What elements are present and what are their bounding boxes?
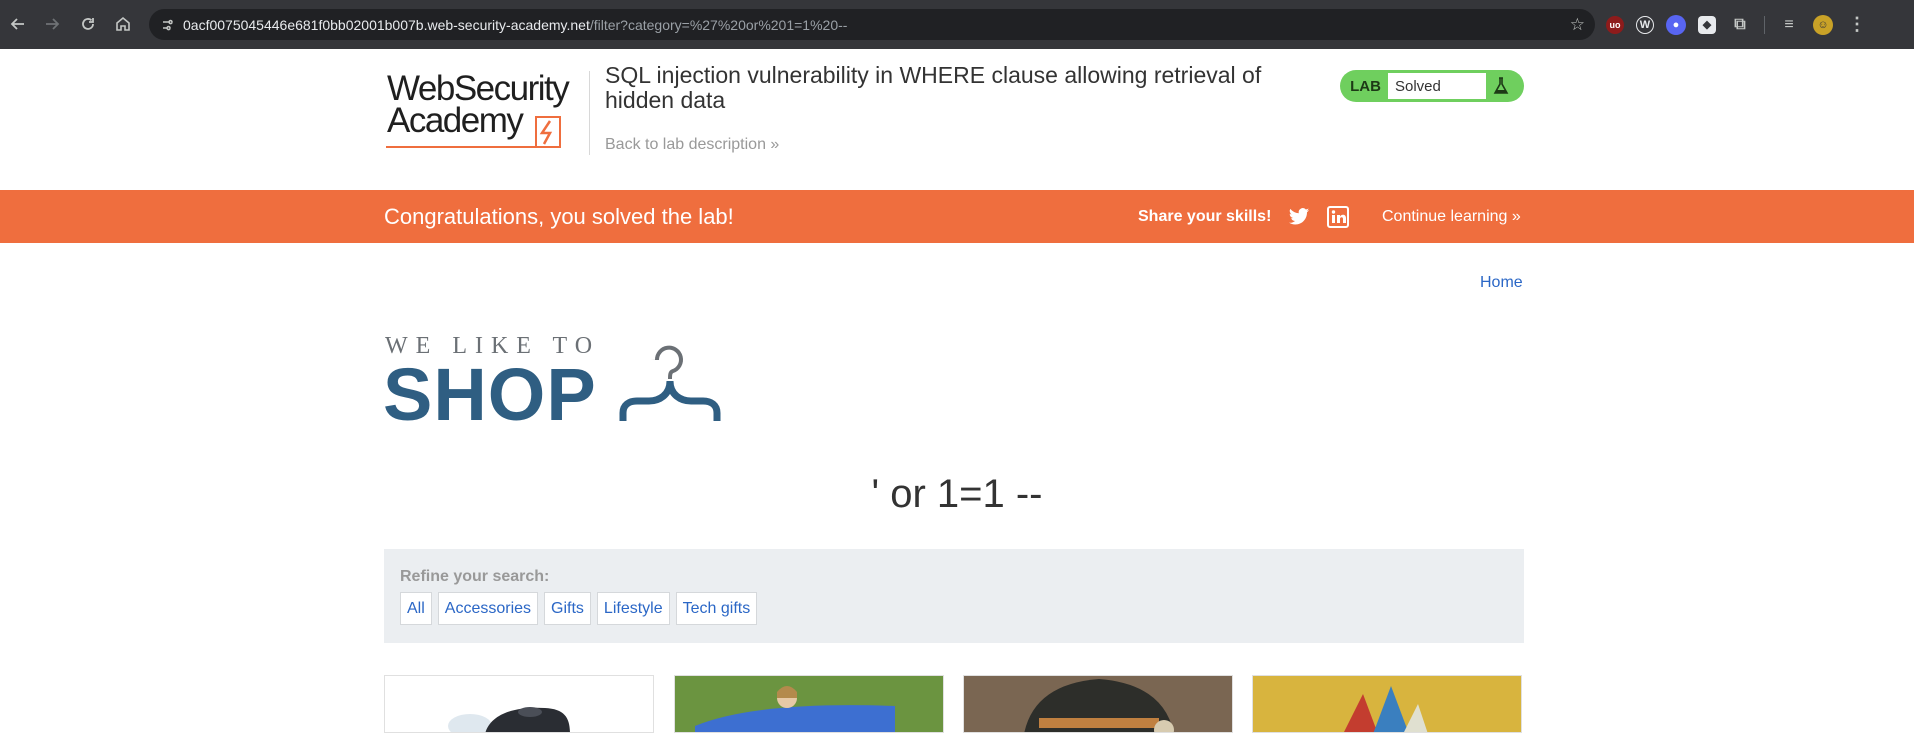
address-bar[interactable]: 0acf0075045446e681f0bb02001b007b.web-sec… — [149, 9, 1595, 40]
back-icon[interactable] — [0, 6, 36, 42]
product-image-1[interactable] — [384, 675, 654, 733]
filter-accessories[interactable]: Accessories — [437, 592, 539, 625]
filter-all[interactable]: All — [400, 592, 432, 625]
reading-list-icon[interactable]: ≡ — [1777, 13, 1801, 37]
filter-gifts[interactable]: Gifts — [544, 592, 591, 625]
ghost-extension-icon[interactable]: ● — [1666, 14, 1686, 35]
extensions-area: uo W ● ◆ ⧉ ≡ ☺ ⋮ — [1606, 9, 1869, 40]
lab-status-value: Solved — [1388, 73, 1486, 99]
web-security-academy-logo[interactable]: WebSecurity Academy — [384, 71, 570, 148]
hanger-icon — [619, 345, 721, 421]
search-results-heading: ' or 1=1 -- — [871, 472, 1043, 516]
solved-banner: Congratulations, you solved the lab! Sha… — [0, 190, 1914, 243]
home-link[interactable]: Home — [1480, 274, 1523, 292]
continue-learning-link[interactable]: Continue learning » — [1382, 208, 1521, 226]
profile-avatar[interactable]: ☺ — [1813, 14, 1833, 35]
reload-icon[interactable] — [70, 6, 106, 42]
lab-title: SQL injection vulnerability in WHERE cla… — [605, 62, 1262, 113]
product-image-4[interactable] — [1252, 675, 1522, 733]
lab-tag: LAB — [1350, 77, 1381, 95]
url-text[interactable]: 0acf0075045446e681f0bb02001b007b.web-sec… — [183, 17, 847, 33]
extensions-puzzle-icon[interactable]: ⧉ — [1728, 13, 1752, 37]
product-grid — [384, 675, 1524, 733]
logo-bolt-icon — [386, 116, 561, 148]
forward-icon[interactable] — [34, 6, 70, 42]
filter-lifestyle[interactable]: Lifestyle — [596, 592, 670, 625]
twitter-icon[interactable] — [1288, 207, 1310, 227]
share-skills-label: Share your skills! — [1138, 208, 1272, 225]
url-host: 0acf0075045446e681f0bb02001b007b.web-sec… — [183, 16, 590, 33]
shop-logo-word: SHOP — [383, 353, 597, 436]
shop-logo[interactable]: WE LIKE TO SHOP — [383, 330, 743, 436]
filter-tech-gifts[interactable]: Tech gifts — [675, 592, 758, 625]
lab-header: WebSecurity Academy SQL injection vulner… — [0, 49, 1914, 190]
url-path: /filter?category=%27%20or%201=1%20-- — [589, 16, 848, 33]
product-image-2[interactable] — [674, 675, 944, 733]
product-image-3[interactable] — [963, 675, 1233, 733]
home-icon[interactable] — [105, 6, 141, 42]
separator — [1764, 15, 1765, 34]
category-filters: All Accessories Gifts Lifestyle Tech gif… — [400, 592, 758, 625]
linkedin-icon[interactable] — [1327, 206, 1349, 228]
site-info-icon[interactable] — [153, 9, 183, 40]
ublock-icon[interactable]: uo — [1606, 15, 1624, 34]
refine-search-label: Refine your search: — [400, 568, 550, 585]
refine-search-panel: Refine your search: All Accessories Gift… — [384, 549, 1524, 643]
flask-icon — [1486, 73, 1516, 99]
menu-dots-icon[interactable]: ⋮ — [1845, 13, 1869, 37]
congratulations-message: Congratulations, you solved the lab! — [384, 204, 734, 229]
back-to-lab-description-link[interactable]: Back to lab description » — [605, 136, 779, 154]
burp-extension-icon[interactable]: ◆ — [1698, 15, 1716, 34]
lab-status-widget: LAB Solved — [1340, 70, 1524, 102]
header-divider — [589, 71, 590, 155]
browser-toolbar: 0acf0075045446e681f0bb02001b007b.web-sec… — [0, 0, 1914, 49]
wappalyzer-icon[interactable]: W — [1636, 15, 1654, 34]
bookmark-star-icon[interactable]: ☆ — [1570, 15, 1585, 35]
